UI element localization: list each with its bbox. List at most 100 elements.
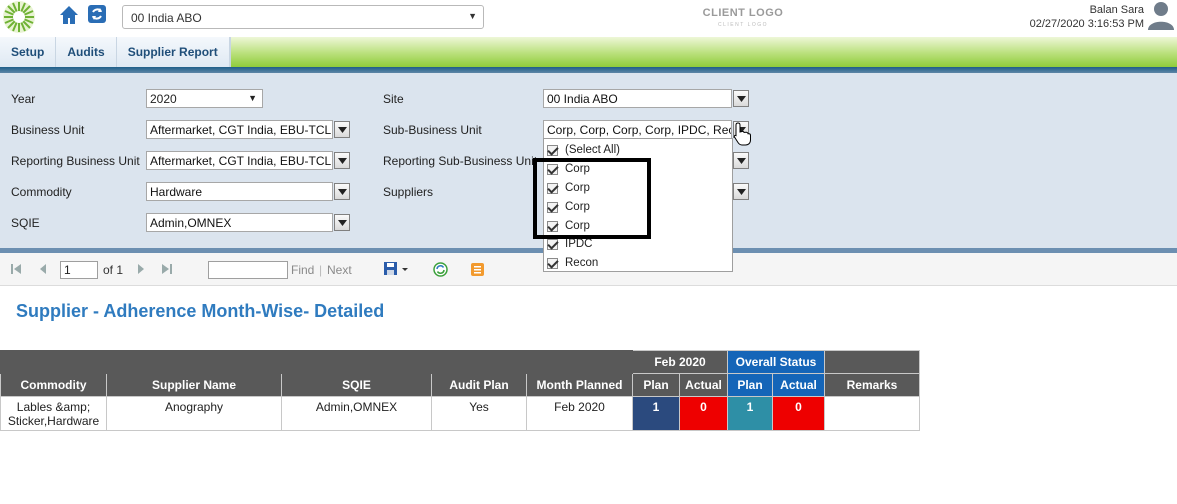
year-select[interactable]: 2020 ▼	[146, 89, 263, 108]
cell-month-plan: 1	[632, 396, 680, 431]
chevron-down-icon	[338, 158, 347, 164]
suppliers-label: Suppliers	[383, 185, 434, 199]
chevron-down-icon	[737, 96, 746, 102]
dropdown-option-label: IPDC	[565, 238, 593, 250]
main-tabs: Setup Audits Supplier Report	[0, 37, 231, 67]
dropdown-option[interactable]: Corp	[547, 217, 590, 235]
print-layout-icon[interactable]	[470, 262, 485, 277]
month-group-header: Feb 2020	[632, 350, 728, 374]
checkbox-checked[interactable]	[547, 201, 558, 213]
dropdown-option[interactable]: Corp	[547, 198, 590, 216]
page-number-input[interactable]: 1	[60, 261, 98, 279]
tab-setup[interactable]: Setup	[0, 37, 57, 67]
dropdown-option[interactable]: IPDC	[547, 235, 592, 253]
column-header-overall-plan: Plan	[727, 373, 773, 397]
home-icon[interactable]	[58, 4, 80, 26]
last-page-icon[interactable]	[161, 263, 173, 275]
export-save-icon[interactable]	[383, 261, 409, 277]
sub-business-unit-field[interactable]: Corp, Corp, Corp, Corp, IPDC, Recon	[543, 120, 732, 139]
chevron-down-icon	[338, 220, 347, 226]
business-unit-label: Business Unit	[11, 123, 85, 137]
client-logo: CLIENT LOGO CLIENT LOGO	[700, 7, 786, 31]
tab-audits[interactable]: Audits	[56, 37, 117, 67]
column-header-overall-actual: Actual	[772, 373, 825, 397]
dropdown-option[interactable]: Corp	[547, 160, 590, 178]
checkbox-checked[interactable]	[547, 163, 558, 175]
checkbox-checked[interactable]	[547, 238, 558, 250]
cell-overall-actual: 0	[772, 396, 825, 431]
commodity-label: Commodity	[11, 185, 72, 199]
app-root: 00 India ABO ▼ CLIENT LOGO CLIENT LOGO B…	[0, 0, 1177, 504]
site-dropdown-button[interactable]	[733, 90, 749, 107]
column-header-month-plan: Plan	[632, 373, 680, 397]
cell-overall-plan: 1	[727, 396, 773, 431]
column-header-month-planned: Month Planned	[526, 373, 633, 397]
business-unit-dropdown-button[interactable]	[334, 121, 350, 138]
sqie-field[interactable]: Admin,OMNEX	[146, 213, 333, 232]
cell-remarks	[824, 396, 920, 431]
checkbox-checked[interactable]	[547, 182, 558, 194]
previous-page-icon[interactable]	[38, 263, 48, 275]
dropdown-option-label: Corp	[565, 201, 590, 213]
cell-month-actual: 0	[679, 396, 728, 431]
dropdown-option[interactable]: Corp	[547, 179, 590, 197]
site-label: Site	[383, 92, 404, 106]
column-header-commodity: Commodity	[0, 373, 107, 397]
year-value: 2020	[150, 92, 177, 106]
checkbox-checked[interactable]	[547, 257, 558, 269]
top-header: 00 India ABO ▼ CLIENT LOGO CLIENT LOGO B…	[0, 0, 1177, 36]
column-header-supplier: Supplier Name	[106, 373, 282, 397]
sqie-dropdown-button[interactable]	[334, 214, 350, 231]
refresh-icon[interactable]	[87, 4, 107, 24]
dropdown-option-label: Corp	[565, 220, 590, 232]
table-group-header-row: Feb 2020 Overall Status	[0, 350, 920, 374]
chevron-down-icon	[737, 189, 746, 195]
find-link[interactable]: Find	[291, 263, 314, 277]
reporting-sub-business-unit-label: Reporting Sub-Business Unit	[383, 154, 538, 168]
dropdown-option[interactable]: Recon	[547, 254, 598, 272]
sub-business-unit-label: Sub-Business Unit	[383, 123, 482, 137]
toolbar-separator: |	[319, 263, 323, 277]
dropdown-option-label: Recon	[565, 257, 599, 269]
app-logo-icon[interactable]	[0, 0, 38, 36]
suppliers-dropdown-button[interactable]	[733, 183, 749, 200]
commodity-dropdown-button[interactable]	[334, 183, 350, 200]
column-header-sqie: SQIE	[281, 373, 432, 397]
commodity-field[interactable]: Hardware	[146, 182, 333, 201]
hand-cursor-icon	[733, 122, 751, 146]
reporting-business-unit-field[interactable]: Aftermarket, CGT India, EBU-TCL,	[146, 151, 333, 170]
site-field[interactable]: 00 India ABO	[543, 89, 732, 108]
table-column-header-row: Commodity Supplier Name SQIE Audit Plan …	[0, 373, 920, 397]
reporting-sub-business-unit-dropdown-button[interactable]	[733, 152, 749, 169]
chevron-down-icon: ▼	[468, 11, 477, 21]
reporting-business-unit-dropdown-button[interactable]	[334, 152, 350, 169]
checkbox-checked[interactable]	[547, 144, 558, 156]
user-avatar-icon[interactable]	[1147, 0, 1175, 30]
tab-supplier-report[interactable]: Supplier Report	[117, 37, 230, 67]
find-text-input[interactable]	[208, 261, 288, 279]
current-datetime: 02/27/2020 3:16:53 PM	[1029, 18, 1144, 30]
chevron-down-icon	[338, 127, 347, 133]
dropdown-option-select-all[interactable]: (Select All)	[547, 141, 620, 159]
dropdown-option-label: Corp	[565, 182, 590, 194]
column-header-month-actual: Actual	[679, 373, 728, 397]
cell-supplier: Anography	[106, 396, 282, 431]
next-page-icon[interactable]	[136, 263, 146, 275]
find-next-link[interactable]: Next	[327, 263, 352, 277]
client-logo-subtext: CLIENT LOGO	[717, 22, 769, 28]
sub-business-unit-dropdown-list: (Select All) Corp Corp Corp Corp IPDC Re…	[543, 138, 733, 272]
site-selector[interactable]: 00 India ABO ▼	[122, 5, 484, 29]
blank-remarks-group-cell	[824, 350, 920, 374]
cell-audit-plan: Yes	[431, 396, 527, 431]
business-unit-field[interactable]: Aftermarket, CGT India, EBU-TCL,	[146, 120, 333, 139]
year-label: Year	[11, 92, 36, 106]
chevron-down-icon	[737, 158, 746, 164]
refresh-report-icon[interactable]	[433, 262, 448, 277]
table-row: Lables &amp; Sticker,Hardware Anography …	[0, 396, 920, 431]
report-title: Supplier - Adherence Month-Wise- Detaile…	[16, 301, 385, 321]
blank-header-cell	[0, 350, 633, 374]
checkbox-checked[interactable]	[547, 220, 558, 232]
page-count-label: of 1	[103, 263, 124, 277]
first-page-icon[interactable]	[10, 263, 22, 275]
reporting-business-unit-label: Reporting Business Unit	[11, 154, 140, 168]
